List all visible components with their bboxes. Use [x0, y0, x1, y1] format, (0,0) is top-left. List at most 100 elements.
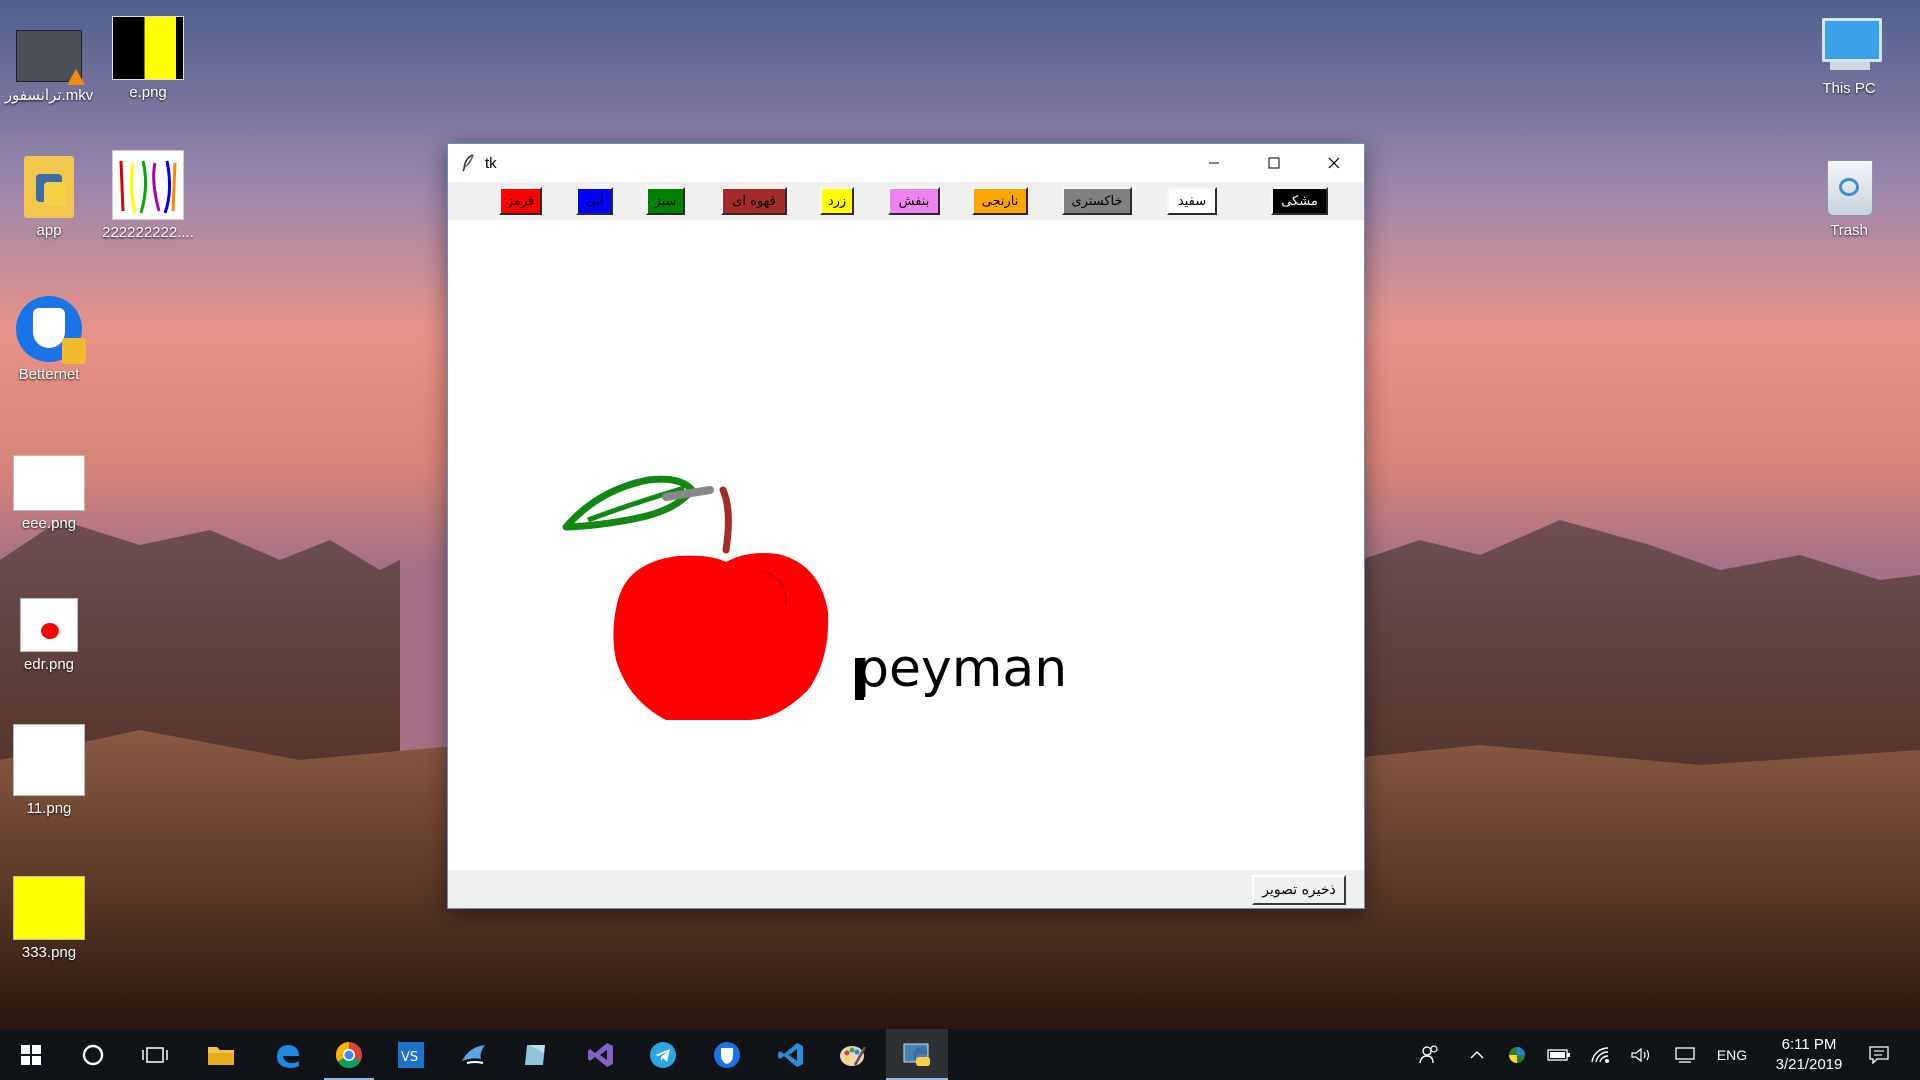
- notes-app-icon: [525, 1044, 545, 1065]
- color-button-blue[interactable]: آبی: [576, 187, 613, 215]
- colorful-globe-icon: [1509, 1046, 1525, 1063]
- window-title: tk: [485, 154, 497, 172]
- chrome-icon: [335, 1041, 362, 1068]
- taskbar-visual-studio[interactable]: [570, 1029, 632, 1080]
- desktop-icon-label: ترانسفور.mkv: [4, 87, 94, 104]
- desktop-icon-11-png[interactable]: 11.png: [0, 724, 104, 817]
- taskbar-paint[interactable]: [822, 1029, 884, 1080]
- tray-app-icon[interactable]: [1502, 1029, 1532, 1080]
- taskbar-vscode[interactable]: [760, 1029, 822, 1080]
- taskbar-app-bird[interactable]: [442, 1029, 504, 1080]
- maximize-icon: [1268, 157, 1280, 169]
- color-button-yellow[interactable]: زرد: [820, 187, 854, 215]
- battery-icon: [1547, 1048, 1570, 1061]
- canvas-text: peyman: [856, 639, 1067, 699]
- save-image-button[interactable]: ذخیره تصویر: [1252, 875, 1346, 905]
- cortana-button[interactable]: [62, 1029, 124, 1080]
- python-tk-icon: [903, 1043, 930, 1066]
- telegram-icon: [650, 1041, 676, 1068]
- taskbar-betternet[interactable]: [696, 1029, 758, 1080]
- clock-date: 3/21/2019: [1775, 1056, 1843, 1073]
- desktop-icon-label: 11.png: [26, 800, 72, 817]
- title-bar[interactable]: tk: [448, 144, 1364, 182]
- desktop-icon-betternet[interactable]: Betternet: [0, 296, 104, 383]
- desktop-icon-333-png[interactable]: 333.png: [0, 876, 104, 961]
- color-button-white[interactable]: سفید: [1167, 187, 1217, 215]
- color-toolbar: قرمز آبی سبز قهوه ای زرد بنفش نارنجی خاک…: [448, 182, 1364, 220]
- desktop-icon-e-png[interactable]: e.png: [93, 16, 203, 101]
- desktop-icon-label: 222222222....: [102, 224, 194, 241]
- task-view-button[interactable]: [124, 1029, 186, 1080]
- image-file-icon: [13, 876, 85, 940]
- minimize-button[interactable]: [1184, 144, 1244, 182]
- color-button-red[interactable]: قرمز: [499, 187, 542, 215]
- color-button-gray[interactable]: خاکستری: [1062, 187, 1132, 215]
- notification-icon: [1869, 1045, 1889, 1064]
- desktop-icon-label: e.png: [129, 84, 167, 101]
- wifi-button[interactable]: [1584, 1029, 1618, 1080]
- drawing-canvas[interactable]: peyman: [448, 220, 1364, 870]
- language-indicator[interactable]: ENG: [1710, 1029, 1754, 1080]
- taskbar-file-explorer[interactable]: [190, 1029, 252, 1080]
- canvas-drawing: peyman: [562, 475, 1067, 720]
- bird-app-icon: [462, 1044, 485, 1064]
- volume-button[interactable]: [1624, 1029, 1658, 1080]
- svg-text:VS: VS: [401, 1050, 418, 1065]
- monitor-icon: [1675, 1046, 1695, 1063]
- color-button-black[interactable]: مشکی: [1271, 187, 1328, 215]
- close-icon: [1328, 157, 1340, 169]
- color-button-orange[interactable]: نارنجی: [972, 187, 1028, 215]
- taskbar: VS ENG 6:11 PM 3/21/2019: [0, 1029, 1920, 1080]
- color-button-violet[interactable]: بنفش: [888, 187, 940, 215]
- speaker-icon: [1631, 1047, 1650, 1062]
- desktop-icon-label: edr.png: [23, 656, 75, 673]
- vs-app-icon: VS: [398, 1041, 424, 1068]
- cortana-circle-icon: [82, 1044, 104, 1065]
- maximize-button[interactable]: [1244, 144, 1304, 182]
- chevron-up-icon: [1470, 1050, 1484, 1058]
- feather-icon: [462, 154, 474, 172]
- desktop-icon-video[interactable]: ترانسفور.mkv: [0, 30, 104, 104]
- clock[interactable]: 6:11 PM 3/21/2019: [1764, 1035, 1854, 1075]
- desktop-icon-app[interactable]: app: [0, 156, 104, 239]
- taskbar-python-tk[interactable]: [886, 1029, 948, 1080]
- taskbar-chrome[interactable]: [318, 1029, 380, 1080]
- desktop-icon-this-pc[interactable]: This PC: [1794, 14, 1904, 97]
- battery-button[interactable]: [1542, 1029, 1576, 1080]
- start-button[interactable]: [0, 1029, 62, 1080]
- wifi-icon: [1591, 1046, 1609, 1063]
- visual-studio-icon: [588, 1042, 613, 1067]
- vscode-icon: [778, 1042, 803, 1067]
- desktop-icon-222[interactable]: 222222222....: [93, 150, 203, 241]
- people-button[interactable]: [1410, 1029, 1448, 1080]
- color-button-brown[interactable]: قهوه ای: [721, 187, 787, 215]
- image-file-icon: [112, 16, 184, 80]
- desktop-icon-edr-png[interactable]: edr.png: [0, 598, 104, 673]
- taskbar-telegram[interactable]: [632, 1029, 694, 1080]
- taskbar-vs-app[interactable]: VS: [380, 1029, 442, 1080]
- people-icon: [1419, 1044, 1438, 1063]
- edge-icon: [277, 1044, 299, 1068]
- betternet-icon: [714, 1041, 740, 1068]
- show-hidden-icons-button[interactable]: [1462, 1029, 1492, 1080]
- apple-shape: [613, 553, 829, 720]
- image-file-icon: [13, 724, 85, 796]
- action-center-button[interactable]: [1862, 1029, 1896, 1080]
- desktop-icon-label: 333.png: [21, 944, 77, 961]
- windows-logo-icon: [21, 1044, 41, 1065]
- display-button[interactable]: [1668, 1029, 1702, 1080]
- close-button[interactable]: [1304, 144, 1364, 182]
- taskbar-notes[interactable]: [504, 1029, 566, 1080]
- image-file-icon: [13, 455, 85, 511]
- task-view-icon: [142, 1046, 168, 1063]
- drawing-file-icon: [112, 150, 184, 220]
- color-button-green[interactable]: سبز: [646, 187, 685, 215]
- tk-window: tk قرمز آبی سبز قهوه ای زرد بنفش نارنجی …: [447, 143, 1365, 909]
- desktop-icon-eee-png[interactable]: eee.png: [0, 455, 104, 532]
- stem-stroke: [719, 486, 732, 554]
- desktop-icon-trash[interactable]: Trash: [1794, 154, 1904, 239]
- video-file-icon: [16, 30, 85, 85]
- clock-time: 6:11 PM: [1781, 1036, 1837, 1053]
- folder-icon: [208, 1046, 234, 1065]
- taskbar-edge[interactable]: [256, 1029, 318, 1080]
